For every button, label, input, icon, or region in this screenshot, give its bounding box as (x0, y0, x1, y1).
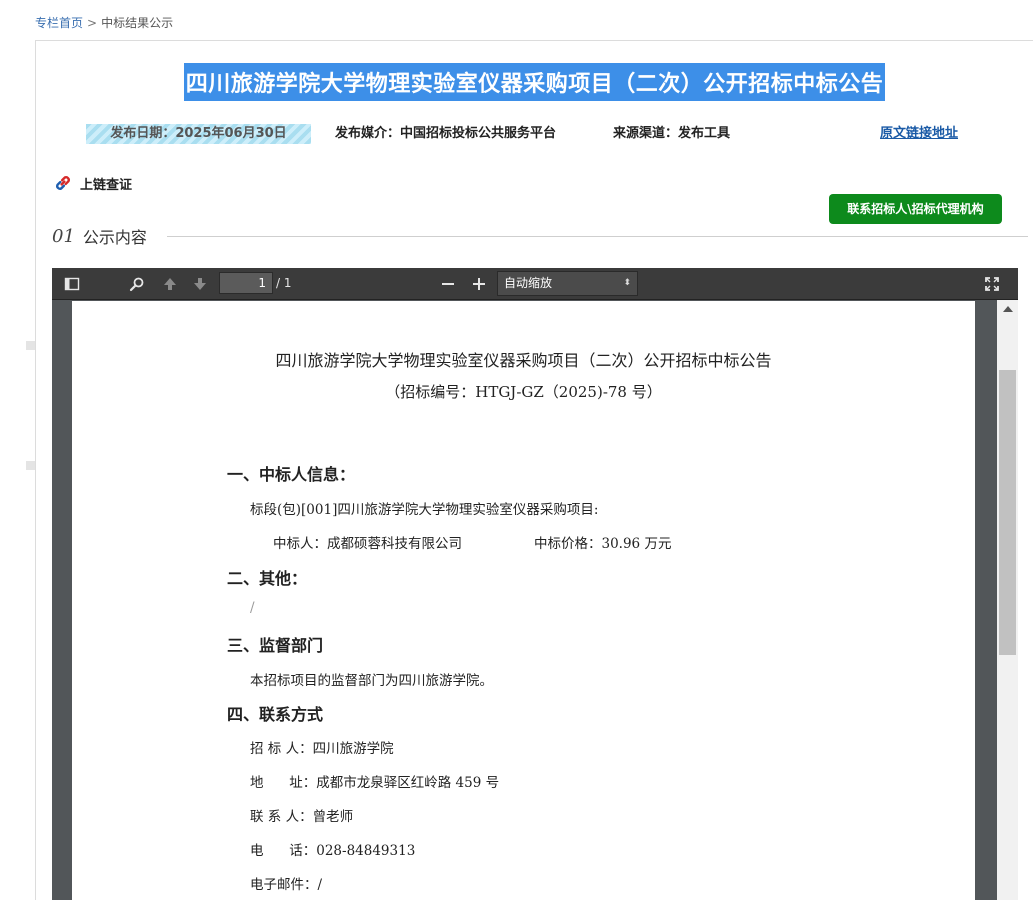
zoom-in-icon[interactable] (469, 274, 489, 294)
publish-date: 发布日期：2025年06月30日 (86, 124, 311, 144)
publish-media: 发布媒介：中国招标投标公共服务平台 (335, 126, 557, 141)
price-text: 中标价格：30.96 万元 (534, 536, 672, 552)
next-page-icon[interactable] (190, 274, 210, 294)
previous-page-icon[interactable] (160, 274, 180, 294)
contact-line: 联 系 人：曾老师 (250, 809, 354, 825)
fullscreen-icon[interactable] (982, 274, 1002, 294)
scroll-thumb[interactable] (999, 370, 1016, 655)
original-link[interactable]: 原文链接地址 (880, 124, 958, 144)
scroll-up-arrow-icon[interactable] (1003, 306, 1013, 312)
contact-line: 电子邮件：/ (250, 877, 323, 893)
select-caret-icon: ⬍ (623, 278, 631, 288)
zoom-select-value: 自动缩放 (504, 276, 553, 290)
search-icon[interactable] (127, 274, 147, 294)
chain-verify-label: 上链查证 (80, 177, 133, 193)
contact-line: 招 标 人：四川旅游学院 (250, 741, 394, 757)
section-divider (166, 235, 1028, 237)
zoom-select[interactable]: 自动缩放 ⬍ (497, 271, 638, 296)
document-title: 四川旅游学院大学物理实验室仪器采购项目（二次）公开招标中标公告 (275, 351, 772, 370)
supervision-text: 本招标项目的监督部门为四川旅游学院。 (250, 673, 493, 689)
side-marker (26, 341, 35, 350)
page-title: 四川旅游学院大学物理实验室仪器采购项目（二次）公开招标中标公告 (183, 63, 886, 101)
section-number: 01 (52, 225, 75, 247)
breadcrumb: 专栏首页 > 中标结果公示 (35, 14, 173, 31)
side-marker (26, 461, 35, 470)
section-header: 01 公示内容 (52, 224, 1028, 248)
section-3-heading: 三、监督部门 (227, 636, 324, 655)
pdf-page: 四川旅游学院大学物理实验室仪器采购项目（二次）公开招标中标公告 （招标编号：HT… (72, 301, 975, 900)
sidebar-toggle-icon[interactable] (62, 274, 82, 294)
meta-row: 发布日期：2025年06月30日 发布媒介：中国招标投标公共服务平台 来源渠道：… (36, 124, 1033, 146)
breadcrumb-current: 中标结果公示 (101, 16, 174, 30)
source-channel: 来源渠道：发布工具 (613, 126, 731, 141)
chain-verify-link[interactable]: 上链查证 (52, 172, 132, 194)
pdf-viewer: 1 / 1 自动缩放 ⬍ 四川旅游学院大学物理实验室仪器采购项目（二次）公开招标… (52, 268, 1018, 900)
zoom-out-icon[interactable] (438, 274, 458, 294)
contact-line: 地 址：成都市龙泉驿区红岭路 459 号 (250, 775, 500, 791)
section-4-heading: 四、联系方式 (227, 705, 324, 724)
page-total: / 1 (276, 276, 292, 290)
other-text: / (250, 600, 255, 616)
lot-text: 标段(包)[001]四川旅游学院大学物理实验室仪器采购项目: (250, 502, 599, 518)
breadcrumb-separator: > (87, 16, 98, 30)
section-2-heading: 二、其他： (227, 569, 308, 588)
contact-line: 电 话：028-84849313 (250, 843, 416, 859)
pdf-toolbar: 1 / 1 自动缩放 ⬍ (52, 268, 1018, 300)
section-1-heading: 一、中标人信息： (227, 465, 356, 484)
page-number-input[interactable]: 1 (219, 272, 273, 294)
title-wrap: 四川旅游学院大学物理实验室仪器采购项目（二次）公开招标中标公告 (36, 63, 1033, 101)
breadcrumb-home-link[interactable]: 专栏首页 (35, 16, 83, 30)
section-title: 公示内容 (82, 228, 147, 247)
winner-text: 中标人：成都硕蓉科技有限公司 (273, 536, 462, 552)
contact-tenderer-button[interactable]: 联系招标人\招标代理机构 (829, 194, 1002, 224)
document-subtitle: （招标编号：HTGJ-GZ（2025)-78 号） (385, 383, 662, 401)
pdf-scrollbar[interactable] (997, 300, 1018, 900)
link-icon (56, 176, 70, 190)
